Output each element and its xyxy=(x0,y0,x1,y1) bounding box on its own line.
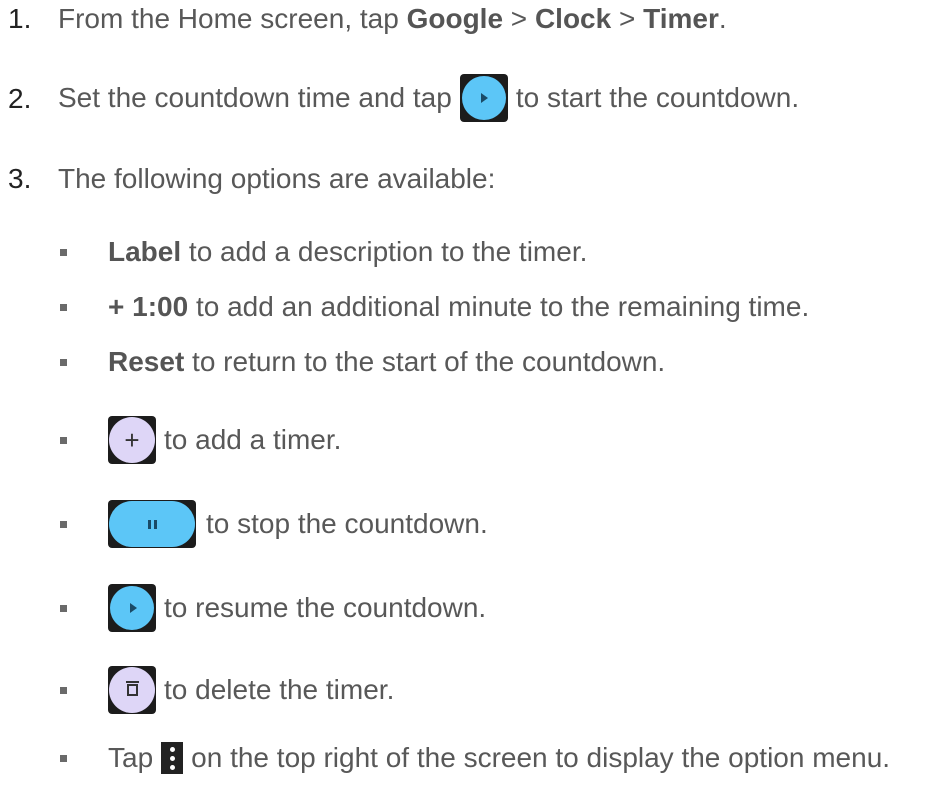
option-menu: Tap on the top right of the screen to di… xyxy=(60,741,890,775)
play-icon xyxy=(108,584,156,632)
option-add-minute-text: to add an additional minute to the remai… xyxy=(188,291,810,322)
bullet xyxy=(60,520,67,528)
option-label: Label to add a description to the timer. xyxy=(60,235,587,269)
step-number-2: 2. xyxy=(8,83,32,114)
option-add-minute-bold: + 1:00 xyxy=(108,291,189,322)
option-delete: to delete the timer. xyxy=(60,666,394,714)
option-stop-text: to stop the countdown. xyxy=(206,508,488,539)
bullet xyxy=(60,436,67,444)
plus-icon: + xyxy=(108,416,156,464)
bullet xyxy=(60,604,67,612)
option-stop: to stop the countdown. xyxy=(60,500,488,548)
option-add-timer: + to add a timer. xyxy=(60,416,341,464)
path-timer: Timer xyxy=(643,3,719,34)
option-reset-text: to return to the start of the countdown. xyxy=(184,346,666,377)
option-resume-text: to resume the countdown. xyxy=(164,592,487,623)
step-number-3: 3. xyxy=(8,163,32,194)
option-label-bold: Label xyxy=(108,236,182,267)
bullet xyxy=(60,303,67,311)
option-add-minute: + 1:00 to add an additional minute to th… xyxy=(60,290,809,324)
bullet xyxy=(60,754,67,762)
step-2-text: Set the countdown time and tap to start … xyxy=(58,74,799,122)
step-2-before: Set the countdown time and tap xyxy=(58,82,452,113)
more-vert-icon xyxy=(161,742,184,774)
step-3-text: The following options are available: xyxy=(58,163,496,194)
step-2-after: to start the countdown. xyxy=(515,82,800,113)
step-1-text: From the Home screen, tap Google > Clock… xyxy=(58,2,727,36)
option-reset-bold: Reset xyxy=(108,346,185,377)
step-number-1: 1. xyxy=(8,3,32,34)
option-label-text: to add a description to the timer. xyxy=(181,236,588,267)
step-1-suffix: . xyxy=(718,3,727,34)
option-menu-before: Tap xyxy=(108,742,154,773)
path-google: Google xyxy=(406,3,504,34)
trash-icon xyxy=(108,666,156,714)
pause-icon xyxy=(108,500,196,548)
bullet xyxy=(60,248,67,256)
bullet xyxy=(60,686,67,694)
option-menu-after: on the top right of the screen to displa… xyxy=(191,742,891,773)
path-separator: > xyxy=(503,3,535,34)
option-add-timer-text: to add a timer. xyxy=(164,424,342,455)
option-delete-text: to delete the timer. xyxy=(164,674,395,705)
plus-glyph: + xyxy=(109,417,155,463)
option-resume: to resume the countdown. xyxy=(60,584,486,632)
path-separator: > xyxy=(611,3,644,34)
path-clock: Clock xyxy=(534,3,612,34)
play-icon xyxy=(459,74,508,122)
option-reset: Reset to return to the start of the coun… xyxy=(60,345,665,379)
step-1-prefix: From the Home screen, tap xyxy=(58,3,407,34)
bullet xyxy=(60,358,67,366)
